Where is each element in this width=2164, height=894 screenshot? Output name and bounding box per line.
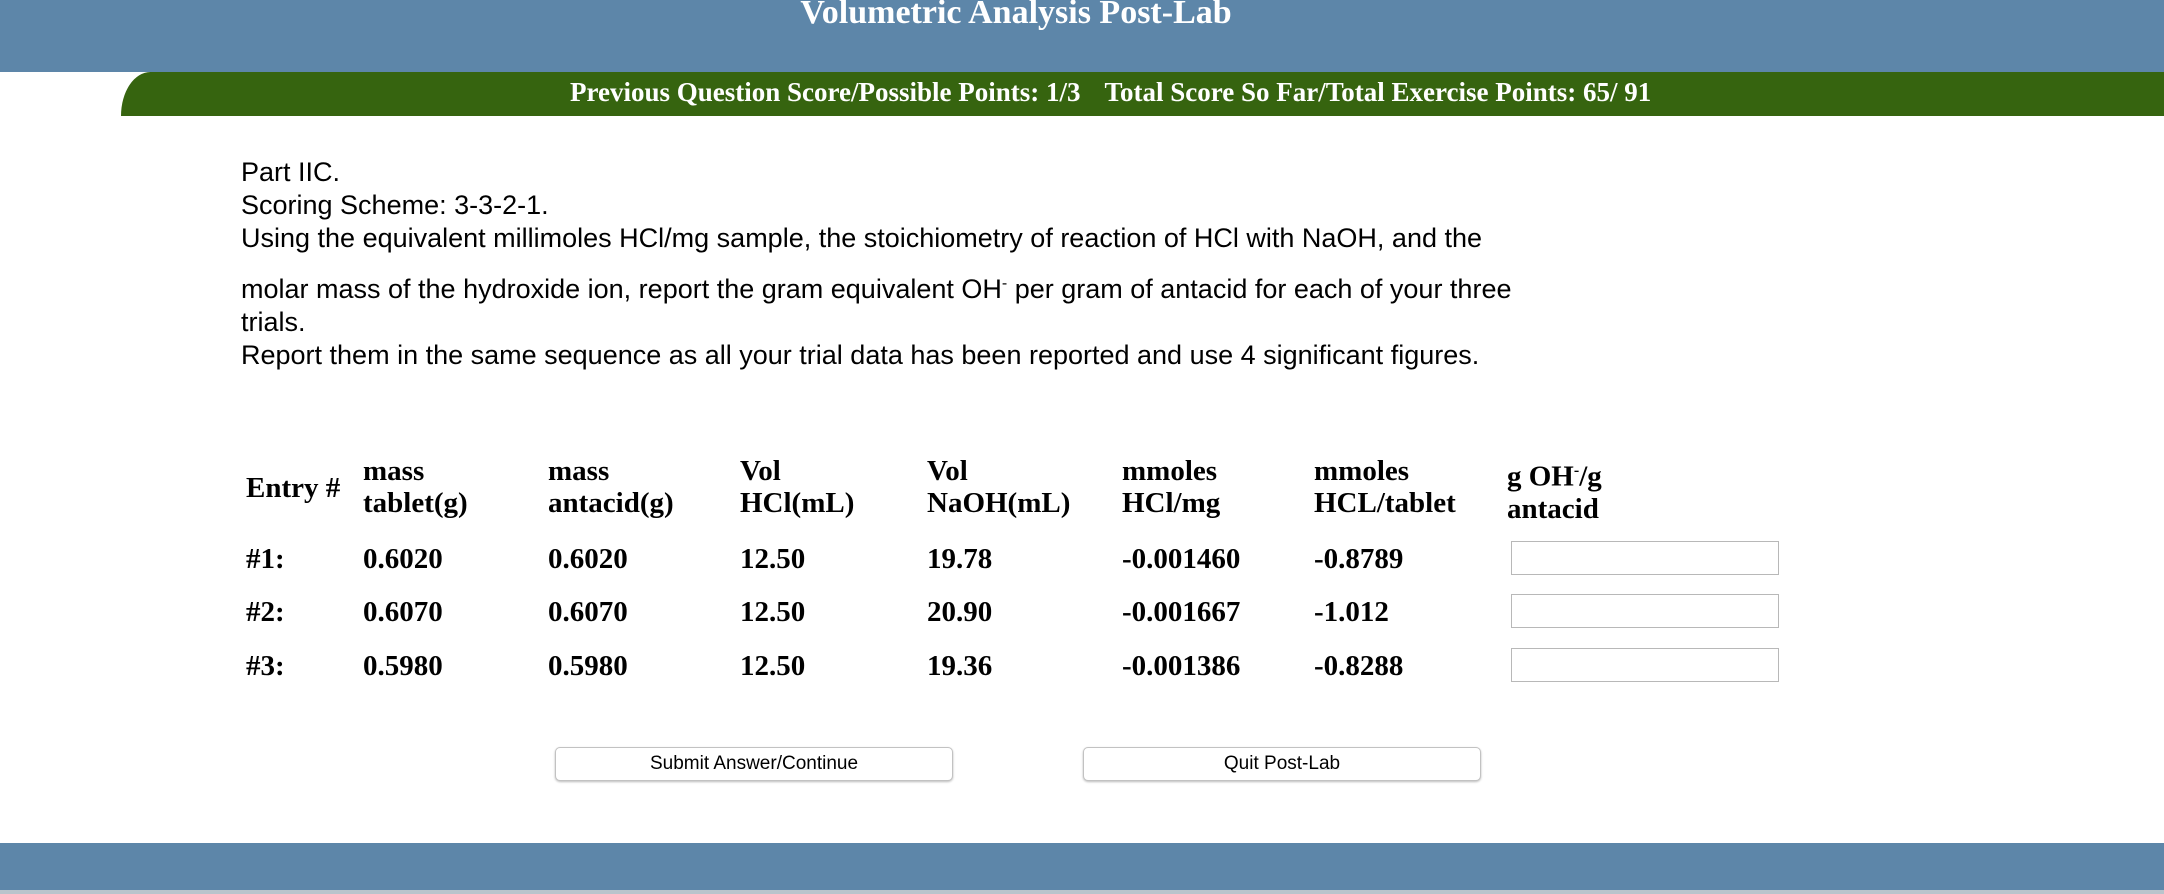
table-cell: 19.78 — [927, 543, 993, 575]
header-line1: Vol — [740, 455, 781, 487]
table-cell: 0.6020 — [548, 543, 628, 575]
table-cell: 0.5980 — [548, 650, 628, 682]
entry-label: #2: — [246, 596, 285, 628]
score-text: Previous Question Score/Possible Points:… — [570, 77, 1675, 108]
table-cell: 12.50 — [740, 543, 806, 575]
table-cell: 12.50 — [740, 650, 806, 682]
column-header: mass antacid(g) — [548, 455, 674, 519]
part-label: Part IIC. — [241, 157, 341, 187]
column-header: mass tablet(g) — [363, 455, 468, 519]
header-line1: mass — [548, 455, 610, 487]
table-cell: 12.50 — [740, 596, 806, 628]
table-cell: 0.6020 — [363, 543, 443, 575]
instruction-text: molar mass of the hydroxide ion, report … — [241, 274, 1002, 304]
table-cell: -1.012 — [1314, 596, 1389, 628]
answer-input[interactable] — [1511, 594, 1779, 628]
header-line1: mass — [363, 455, 425, 487]
total-score: Total Score So Far/Total Exercise Points… — [1104, 77, 1652, 107]
header-line2: HCl(mL) — [740, 487, 855, 519]
header-line1: g OH — [1507, 460, 1574, 493]
column-header: Vol NaOH(mL) — [927, 455, 1070, 519]
scoring-scheme: Scoring Scheme: 3-3-2-1. — [241, 190, 549, 220]
table-cell: -0.8789 — [1314, 543, 1404, 575]
header-line2: tablet(g) — [363, 487, 468, 519]
entry-label: #3: — [246, 650, 285, 682]
footer-line — [0, 890, 2164, 894]
table-cell: 20.90 — [927, 596, 993, 628]
header-line1: Vol — [927, 455, 968, 487]
header-line1: mmoles — [1122, 455, 1218, 487]
table-cell: 0.6070 — [548, 596, 628, 628]
header-line2: NaOH(mL) — [927, 487, 1071, 519]
column-header: mmoles HCL/tablet — [1314, 455, 1456, 519]
header-line2: antacid — [1507, 492, 1599, 525]
table-cell: 0.6070 — [363, 596, 443, 628]
answer-input[interactable] — [1511, 648, 1779, 682]
table-cell: -0.001667 — [1122, 596, 1241, 628]
header-entry: Entry # — [246, 472, 341, 504]
entry-label: #1: — [246, 543, 285, 575]
header-line2: HCl/mg — [1122, 487, 1221, 519]
table-cell: -0.001386 — [1122, 650, 1241, 682]
header-line1b: /g — [1579, 460, 1602, 493]
header-line2: HCL/tablet — [1314, 487, 1456, 519]
table-cell: -0.001460 — [1122, 543, 1241, 575]
page-title: Volumetric Analysis Post-Lab — [800, 0, 1232, 31]
submit-button[interactable]: Submit Answer/Continue — [555, 747, 953, 781]
column-header: g OH-/g antacid — [1507, 455, 1602, 525]
column-header: Vol HCl(mL) — [740, 455, 854, 519]
table-cell: -0.8288 — [1314, 650, 1404, 682]
header-line2: antacid(g) — [548, 487, 674, 519]
instruction-line: molar mass of the hydroxide ion, report … — [241, 267, 1801, 306]
instruction-line: Report them in the same sequence as all … — [241, 340, 1480, 370]
table-cell: 19.36 — [927, 650, 993, 682]
instructions: Part IIC. Scoring Scheme: 3-3-2-1. Using… — [241, 156, 1801, 372]
column-header: mmoles HCl/mg — [1122, 455, 1220, 519]
previous-score: Previous Question Score/Possible Points:… — [570, 77, 1081, 107]
header-line1: mmoles — [1314, 455, 1410, 487]
footer-bar — [0, 843, 2164, 890]
table-cell: 0.5980 — [363, 650, 443, 682]
instruction-line: Using the equivalent millimoles HCl/mg s… — [241, 223, 1483, 253]
answer-input[interactable] — [1511, 541, 1779, 575]
instruction-text: per gram of antacid for each of your thr… — [1007, 274, 1512, 304]
instruction-line: trials. — [241, 307, 306, 337]
quit-button[interactable]: Quit Post-Lab — [1083, 747, 1481, 781]
